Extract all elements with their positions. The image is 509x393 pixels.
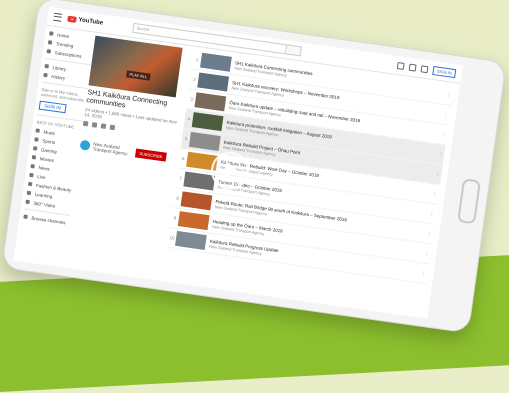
video-thumbnail[interactable] <box>197 72 230 92</box>
sidebar-item-label: Home <box>56 31 70 39</box>
hamburger-menu-icon[interactable] <box>53 12 63 22</box>
more-actions-icon[interactable] <box>109 124 116 131</box>
search-button[interactable] <box>285 44 302 57</box>
sidebar-item-label: History <box>51 73 66 81</box>
home-icon <box>49 31 54 36</box>
video-thumbnail[interactable] <box>191 112 224 132</box>
music-icon <box>35 128 40 133</box>
header-sign-in-button[interactable]: SIGN IN <box>432 65 457 78</box>
sidebar-signin-prompt: Sign in to like videos, comment, and sub… <box>40 86 86 103</box>
video-more-icon[interactable]: ⋮ <box>428 210 437 217</box>
youtube-logo-text: YouTube <box>78 17 104 27</box>
video-more-icon[interactable]: ⋮ <box>430 190 439 197</box>
video-more-icon[interactable]: ⋮ <box>433 171 442 178</box>
360-video-icon <box>25 199 30 205</box>
video-more-icon[interactable]: ⋮ <box>425 230 434 237</box>
video-thumbnail[interactable] <box>177 211 210 231</box>
subscribe-button[interactable]: SUBSCRIBE <box>134 147 168 162</box>
fashion-icon <box>27 181 33 187</box>
sidebar-item-label: Learning <box>34 191 53 199</box>
playlist-info-panel: PLAY ALL SH1 Kaikōura Connecting communi… <box>79 35 189 163</box>
youtube-logo[interactable]: YouTube <box>67 15 104 27</box>
live-icon <box>29 172 34 178</box>
tablet-screen: YouTube Search SIGN IN Home Trending Sub… <box>13 6 463 319</box>
playlist-owner: New Zealand Transport Agency SUBSCRIBE <box>79 139 174 163</box>
playlist-video-list: 1 SH1 Kaikōura Connecting communities New … <box>166 49 454 285</box>
browse-channels-icon <box>23 214 28 219</box>
sidebar-item-label: Sports <box>42 137 56 145</box>
video-thumbnail[interactable] <box>180 191 213 211</box>
sidebar-item-label: Gaming <box>40 146 58 154</box>
trending-icon <box>47 40 53 45</box>
library-icon <box>44 63 49 69</box>
sidebar-item-label: News <box>38 164 51 172</box>
video-more-icon[interactable]: ⋮ <box>444 91 453 98</box>
sidebar-item-label: Subscriptions <box>54 49 82 59</box>
subscriptions-icon <box>46 49 52 54</box>
video-thumbnail[interactable] <box>188 131 221 151</box>
sidebar-item-label: Trending <box>55 40 74 49</box>
movies-icon <box>31 155 37 160</box>
history-icon <box>43 72 48 78</box>
youtube-play-logo-icon <box>67 15 77 23</box>
video-more-icon[interactable]: ⋮ <box>439 131 448 138</box>
news-icon <box>30 163 35 169</box>
video-thumbnail[interactable] <box>200 52 232 72</box>
more-options-icon[interactable] <box>420 64 429 73</box>
sidebar-sign-in-button[interactable]: SIGN IN <box>38 100 67 114</box>
learning-icon <box>26 190 32 196</box>
video-thumbnail[interactable] <box>194 92 227 112</box>
channel-avatar[interactable] <box>79 139 91 151</box>
shuffle-icon[interactable] <box>82 120 89 127</box>
sidebar-item-label: Movies <box>39 155 55 163</box>
sidebar-item-label: Browse channels <box>31 215 66 225</box>
gaming-icon <box>32 146 38 151</box>
video-thumbnail[interactable] <box>174 230 207 250</box>
channel-name[interactable]: New Zealand Transport Agency <box>92 141 133 156</box>
sports-icon <box>34 137 39 142</box>
share-icon[interactable] <box>100 123 107 129</box>
create-video-icon[interactable] <box>396 61 405 70</box>
playlist-thumbnail[interactable]: PLAY ALL <box>88 35 183 98</box>
video-more-icon[interactable]: ⋮ <box>436 151 445 158</box>
sidebar-item-label: 360° Video <box>33 200 56 209</box>
video-more-icon[interactable]: ⋮ <box>419 270 428 277</box>
save-playlist-icon[interactable] <box>91 122 98 128</box>
sidebar-item-label: Live <box>37 173 46 180</box>
header-actions: SIGN IN <box>396 61 457 78</box>
video-more-icon[interactable]: ⋮ <box>422 250 431 257</box>
video-more-icon[interactable]: ⋮ <box>441 111 450 118</box>
apps-grid-icon[interactable] <box>408 63 417 72</box>
play-all-button[interactable]: PLAY ALL <box>125 70 151 81</box>
sidebar-item-label: Library <box>52 64 67 72</box>
sidebar-item-label: Music <box>43 128 56 136</box>
tablet-home-button[interactable] <box>457 178 482 225</box>
